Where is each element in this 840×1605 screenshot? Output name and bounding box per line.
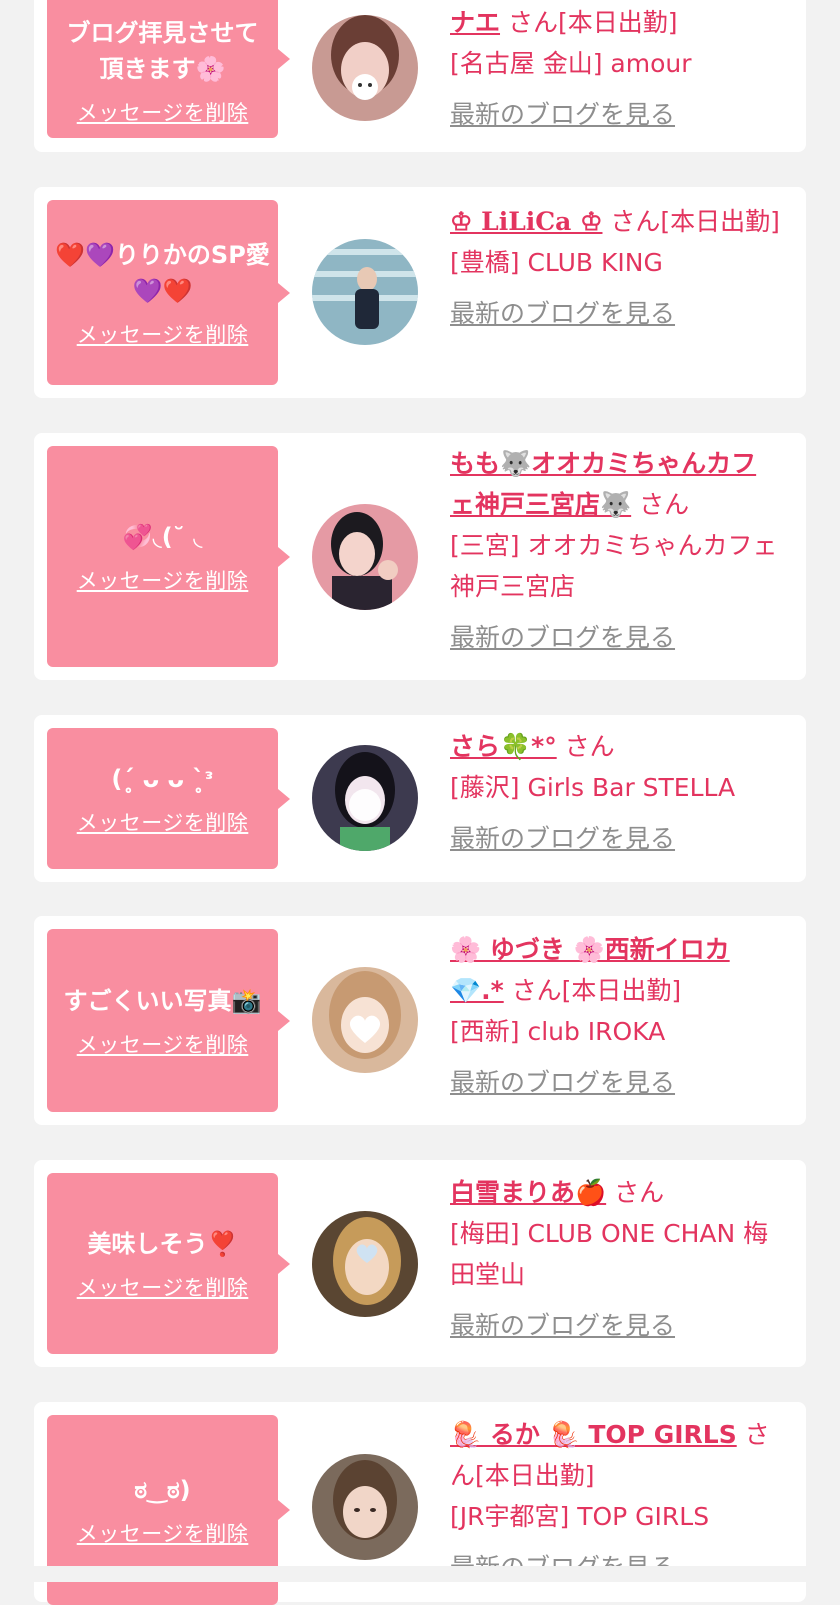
delete-message-link[interactable]: メッセージを削除	[77, 1272, 249, 1302]
delete-message-link[interactable]: メッセージを削除	[77, 319, 249, 349]
shop-label: [梅田] CLUB ONE CHAN 梅田堂山	[450, 1219, 769, 1289]
cast-info: ♔ LiLiCa ♔ さん[本日出勤] [豊橋] CLUB KING 最新のブロ…	[450, 201, 780, 334]
cast-suffix: さん	[631, 490, 690, 519]
message-text: ブログ拝見させて頂きます🌸	[66, 19, 259, 83]
message-text: ಠ‿ಠ)	[134, 1476, 191, 1504]
message-text: 💞◟(˘ ◟	[122, 522, 203, 551]
cast-name-link[interactable]: 🪼 るか 🪼 TOP GIRLS	[450, 1420, 737, 1449]
cast-suffix: さん[本日出勤]	[503, 976, 682, 1005]
cast-info: 白雪まりあ🍎 さん [梅田] CLUB ONE CHAN 梅田堂山 最新のブログ…	[450, 1172, 780, 1346]
latest-blog-link[interactable]: 最新のブログを見る	[450, 617, 780, 658]
cast-suffix: さん	[556, 732, 615, 761]
latest-blog-link[interactable]: 最新のブログを見る	[450, 293, 780, 334]
message-card: ❤️💜りりかのSP愛💜❤️ メッセージを削除 ♔ LiLiCa ♔ さん[本日出…	[34, 187, 806, 398]
cast-info: さら🍀*° さん [藤沢] Girls Bar STELLA 最新のブログを見る	[450, 726, 780, 859]
cast-info: 🪼 るか 🪼 TOP GIRLS さん[本日出勤] [JR宇都宮] TOP GI…	[450, 1414, 780, 1588]
cast-info: もも🐺オオカミちゃんカフェ神戸三宮店🐺 さん [三宮] オオカミちゃんカフェ神戸…	[450, 443, 780, 658]
shop-label: [名古屋 金山] amour	[450, 49, 692, 78]
cast-info: 🌸 ゆづき 🌸西新イロカ💎.* さん[本日出勤] [西新] club IROKA…	[450, 929, 780, 1103]
latest-blog-link[interactable]: 最新のブログを見る	[450, 94, 780, 135]
delete-message-link[interactable]: メッセージを削除	[77, 1029, 249, 1059]
shop-label: [西新] club IROKA	[450, 1017, 666, 1046]
message-text: ❤️💜りりかのSP愛💜❤️	[55, 240, 270, 305]
delete-message-link[interactable]: メッセージを削除	[77, 97, 249, 127]
latest-blog-link[interactable]: 最新のブログを見る	[450, 1305, 780, 1346]
delete-message-link[interactable]: メッセージを削除	[77, 565, 249, 595]
cast-name-link[interactable]: ナエ	[450, 8, 500, 37]
cast-name-link[interactable]: 白雪まりあ🍎	[450, 1178, 606, 1207]
avatar[interactable]	[312, 1211, 418, 1317]
message-text: 美味しそう❣️	[87, 1229, 238, 1258]
message-bubble: ❤️💜りりかのSP愛💜❤️ メッセージを削除	[47, 200, 290, 385]
latest-blog-link[interactable]: 最新のブログを見る	[450, 1062, 780, 1103]
cast-name-link[interactable]: さら🍀*°	[450, 732, 557, 761]
avatar[interactable]	[312, 504, 418, 610]
message-bubble: 💞◟(˘ ◟ メッセージを削除	[47, 446, 290, 667]
shop-label: [三宮] オオカミちゃんカフェ神戸三宮店	[450, 531, 778, 601]
avatar[interactable]	[312, 967, 418, 1073]
avatar[interactable]	[312, 1454, 418, 1560]
message-bubble: ブログ拝見させて頂きます🌸 メッセージを削除	[47, 0, 290, 138]
message-bubble: (ˊ̥ ᴗ ᴗ ˋ̥ᵌ メッセージを削除	[47, 728, 290, 869]
cast-suffix: さん[本日出勤]	[602, 207, 780, 236]
shop-label: [JR宇都宮] TOP GIRLS	[450, 1502, 710, 1531]
delete-message-link[interactable]: メッセージを削除	[77, 1518, 249, 1548]
delete-message-link[interactable]: メッセージを削除	[77, 807, 249, 837]
cast-suffix: さん[本日出勤]	[500, 8, 678, 37]
cast-name-link[interactable]: もも🐺オオカミちゃんカフェ神戸三宮店🐺	[450, 449, 756, 519]
message-card: 美味しそう❣️ メッセージを削除 白雪まりあ🍎 さん [梅田] CLUB ONE…	[34, 1160, 806, 1367]
message-card: (ˊ̥ ᴗ ᴗ ˋ̥ᵌ メッセージを削除 さら🍀*° さん [藤沢] Girls…	[34, 715, 806, 882]
shop-label: [豊橋] CLUB KING	[450, 248, 663, 277]
message-text: すごくいい写真📸	[63, 986, 262, 1015]
shop-label: [藤沢] Girls Bar STELLA	[450, 773, 736, 802]
message-card: すごくいい写真📸 メッセージを削除 🌸 ゆづき 🌸西新イロカ💎.* さん[本日出…	[34, 916, 806, 1125]
message-bubble: すごくいい写真📸 メッセージを削除	[47, 929, 290, 1112]
cast-info: ナエ さん[本日出勤] [名古屋 金山] amour 最新のブログを見る	[450, 2, 780, 135]
avatar[interactable]	[312, 745, 418, 851]
bottom-edge	[0, 1566, 840, 1582]
latest-blog-link[interactable]: 最新のブログを見る	[450, 818, 780, 859]
avatar[interactable]	[312, 239, 418, 345]
message-card: 💞◟(˘ ◟ メッセージを削除 もも🐺オオカミちゃんカフェ神戸三宮店🐺 さん […	[34, 433, 806, 680]
message-bubble: 美味しそう❣️ メッセージを削除	[47, 1173, 290, 1354]
avatar[interactable]	[312, 15, 418, 121]
cast-name-link[interactable]: ♔ LiLiCa ♔	[450, 207, 602, 236]
cast-suffix: さん	[606, 1178, 665, 1207]
message-text: (ˊ̥ ᴗ ᴗ ˋ̥ᵌ	[111, 764, 214, 793]
message-card: ブログ拝見させて頂きます🌸 メッセージを削除 ナエ さん[本日出勤] [名古屋 …	[34, 0, 806, 152]
